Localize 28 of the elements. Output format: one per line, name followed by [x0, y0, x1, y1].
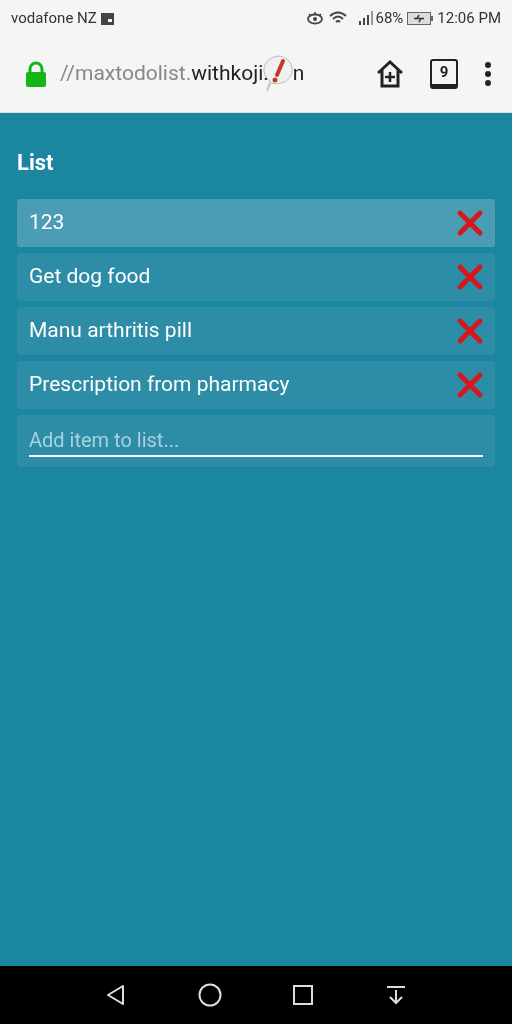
url-tail: n	[292, 60, 305, 88]
list-item[interactable]: Get dog food	[17, 253, 495, 301]
list-title: List	[17, 149, 55, 177]
signal-icon	[357, 11, 374, 25]
carrier-text: vodafone NZ	[11, 7, 97, 29]
clock-text: 12:06 PM	[437, 7, 501, 29]
notification-icon[interactable]	[384, 984, 407, 1006]
list-item[interactable]: Manu arthritis pill	[17, 307, 495, 355]
recents-icon[interactable]	[292, 984, 315, 1006]
item-text: Manu arthritis pill	[29, 317, 193, 345]
calendar-icon	[99, 10, 115, 26]
battery-icon	[407, 11, 434, 25]
add-item-field[interactable]: Add item to list...	[17, 415, 495, 467]
menu-icon[interactable]	[484, 61, 492, 87]
address-field[interactable]: //maxtodolist.withkoji.	[60, 58, 269, 90]
lock-icon	[24, 61, 48, 87]
battery-percent: 68%	[375, 7, 404, 29]
home-add-icon[interactable]	[374, 58, 406, 90]
list-item[interactable]: 123	[17, 199, 495, 247]
eye-icon	[305, 11, 324, 25]
home-icon[interactable]	[197, 983, 222, 1007]
item-text: 123	[29, 209, 66, 237]
item-text: Get dog food	[29, 263, 152, 291]
item-text: Prescription from pharmacy	[29, 371, 291, 399]
list-item[interactable]: Prescription from pharmacy	[17, 361, 495, 409]
url-text: //maxtodolist.	[60, 60, 192, 88]
url-text: withkoji.	[191, 60, 269, 88]
tabs-button[interactable]: 9	[430, 59, 458, 89]
